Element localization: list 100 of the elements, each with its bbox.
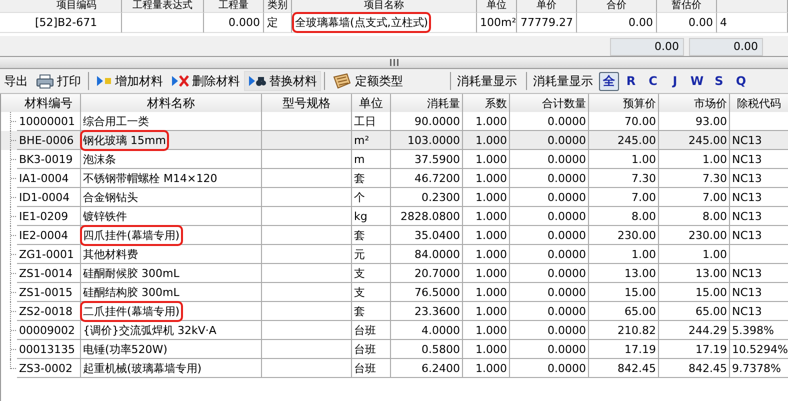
table-row[interactable]: 00013135 电锤(功率520W) 台班 0.5800 1.000 0.0000 17.19 17.19 10.5294% xyxy=(1,340,788,359)
table-cell: 1.00 xyxy=(632,248,656,260)
table-cell: NC13 xyxy=(732,210,762,222)
table-cell: 起重机械(玻璃幕墙专用) xyxy=(83,360,202,376)
table-cell: 5.398% xyxy=(732,324,774,336)
table-row[interactable]: ID1-0004 合金钢钻头 个 0.2300 1.000 0.0000 7.00 7.00 NC13 xyxy=(1,188,788,207)
column-header: 材料编号 xyxy=(17,94,81,112)
table-cell: 工日 xyxy=(354,114,376,128)
column-header: 合计数量 xyxy=(510,94,589,112)
table-cell: 13.00 xyxy=(624,266,656,280)
toolbar-button[interactable]: 替换材料 xyxy=(244,71,321,91)
table-cell: 0.000 xyxy=(228,16,260,29)
table-cell: 1.00 xyxy=(702,248,727,260)
column-header: 市场价 xyxy=(659,94,730,112)
table-cell: 20.7000 xyxy=(414,266,460,280)
filter-button[interactable]: W xyxy=(687,72,707,90)
table-cell: ZS1-0015 xyxy=(19,286,72,298)
table-cell: 8.00 xyxy=(632,210,656,222)
table-cell: 个 xyxy=(354,190,365,204)
table-row[interactable]: ZS1-0015 硅酮结构胶 300mL 支 76.5000 1.000 0.0000 15.00 15.00 NC13 xyxy=(1,283,788,302)
table-cell: IE1-0209 xyxy=(19,210,68,222)
column-header: 除税代码 xyxy=(736,96,782,112)
filter-button[interactable]: C xyxy=(643,72,663,90)
table-cell: NC13 xyxy=(732,134,762,146)
table-row[interactable]: IE2-0004 四爪挂件(幕墙专用) 套 35.0400 1.000 0.0000 230.00 230.00 NC13 xyxy=(1,226,788,245)
table-cell: 0.0000 xyxy=(548,248,586,260)
toolbar-button[interactable]: 删除材料 xyxy=(167,71,244,91)
table-cell: 0.00 xyxy=(628,16,653,29)
table-row[interactable]: IE1-0209 镀锌铁件 kg 2828.0800 1.000 0.0000 8.00 8.00 NC13 xyxy=(1,207,788,226)
table-cell: 1.000 xyxy=(476,228,507,242)
table-cell: 2828.0800 xyxy=(400,210,460,222)
table-cell: 230.00 xyxy=(688,228,727,242)
table-cell: 泡沫条 xyxy=(83,152,116,166)
table-cell: 84.0000 xyxy=(414,248,460,260)
table-cell: 7.00 xyxy=(632,190,656,204)
table-cell: 四爪挂件(幕墙专用) xyxy=(83,228,180,242)
table-cell: ID1-0004 xyxy=(19,190,70,204)
filter-button[interactable]: S xyxy=(709,72,729,90)
table-cell: 245.00 xyxy=(688,134,727,146)
table-cell: 65.00 xyxy=(696,304,727,318)
table-cell: 0.0000 xyxy=(548,210,586,222)
table-cell: 1.000 xyxy=(476,190,507,204)
table-cell: 电锤(功率520W) xyxy=(83,342,168,356)
table-cell: 210.82 xyxy=(618,324,656,336)
toolbar-button[interactable]: 增加材料 xyxy=(92,71,167,91)
toolbar-button[interactable]: 打印 xyxy=(32,71,85,91)
table-cell: 1.000 xyxy=(476,286,507,298)
table-cell: NC13 xyxy=(732,152,762,166)
table-cell: 0.0000 xyxy=(548,304,586,318)
table-row[interactable]: IA1-0004 不锈钢带帽螺栓 M14×120 套 46.7200 1.000 0.0000 7.30 7.30 NC13 xyxy=(1,169,788,188)
table-cell: 0.0000 xyxy=(548,362,586,374)
filter-button[interactable]: R xyxy=(621,72,641,90)
column-header: 消耗量 xyxy=(391,94,463,112)
table-cell: NC13 xyxy=(732,228,762,242)
table-cell: 0.0000 xyxy=(548,134,586,146)
table-cell: 842.45 xyxy=(688,362,727,374)
table-cell: 230.00 xyxy=(618,228,656,242)
table-cell: 0.0000 xyxy=(548,190,586,204)
table-cell: 76.5000 xyxy=(414,286,460,298)
filter-button[interactable]: 全 xyxy=(599,72,619,90)
table-row[interactable]: ZG1-0001 其他材料费 元 84.0000 1.000 0.0000 1.00 1.00 xyxy=(1,245,788,264)
table-cell: 93.00 xyxy=(696,114,727,128)
table-row[interactable]: ZS3-0002 起重机械(玻璃幕墙专用) 台班 6.2400 1.000 0.0000 842.45 842.45 9.7378% xyxy=(1,359,788,378)
table-cell: 244.29 xyxy=(688,324,727,336)
table-cell: 35.0400 xyxy=(414,228,460,242)
toolbar-button[interactable]: 定额类型 xyxy=(328,71,407,91)
table-cell: 103.0000 xyxy=(408,134,460,146)
table-cell: BK3-0019 xyxy=(19,152,73,166)
table-row[interactable]: ZS2-0018 二爪挂件(幕墙专用) 套 23.3600 1.000 0.0000 65.00 65.00 NC13 xyxy=(1,302,788,321)
table-cell: 15.00 xyxy=(696,286,727,298)
table-row[interactable]: 00009002 {调价}交流弧焊机 32kV·A 台班 4.0000 1.000 0.0000 210.82 244.29 5.398% xyxy=(1,321,788,340)
table-row[interactable]: BK3-0019 泡沫条 m 37.5900 1.000 0.0000 1.00 1.00 NC13 xyxy=(1,150,788,169)
table-cell: ZG1-0001 xyxy=(19,248,74,260)
table-cell: 6.2400 xyxy=(422,362,460,374)
table-cell: 4.0000 xyxy=(422,324,460,336)
table-cell: 77779.27 xyxy=(520,16,573,29)
splitter-handle[interactable] xyxy=(0,56,788,69)
table-cell: 台班 xyxy=(354,360,376,376)
table-row[interactable]: BHE-0006 钢化玻璃 15mm m² 103.0000 1.000 0.0000 245.00 245.00 NC13 xyxy=(1,131,788,150)
table-row[interactable]: ZS1-0014 硅酮耐候胶 300mL 支 20.7000 1.000 0.0000 13.00 13.00 NC13 xyxy=(1,264,788,283)
table-cell: 其他材料费 xyxy=(83,246,138,262)
table-cell: 0.5800 xyxy=(422,342,460,356)
table-cell: 10.5294% xyxy=(732,342,788,356)
filter-button[interactable]: J xyxy=(665,72,685,90)
table-cell: 65.00 xyxy=(624,304,656,318)
table-cell: 合金钢钻头 xyxy=(83,190,138,204)
table-cell: NC13 xyxy=(732,190,762,204)
table-cell: 0.0000 xyxy=(548,266,586,280)
toolbar-button[interactable]: 导出 xyxy=(0,71,32,91)
table-cell: 综合用工一类 xyxy=(83,114,149,128)
table-cell: 1.000 xyxy=(476,134,507,146)
table-cell: 套 xyxy=(354,170,365,186)
filter-button[interactable]: Q xyxy=(731,72,751,90)
table-cell: 15.00 xyxy=(624,286,656,298)
table-cell: 全玻璃幕墙(点支式,立柱式) xyxy=(295,15,428,30)
table-cell: 定 xyxy=(267,15,278,30)
table-cell: ZS3-0002 xyxy=(19,362,72,374)
table-cell: 套 xyxy=(354,228,365,242)
table-cell: 17.19 xyxy=(696,342,727,356)
display-label: 消耗量显示 xyxy=(532,72,594,90)
